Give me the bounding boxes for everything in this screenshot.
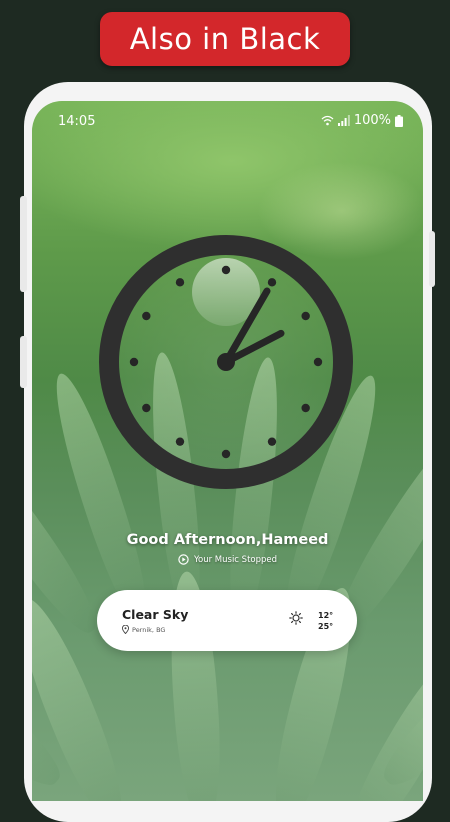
hour-marker [221,449,231,459]
weather-card[interactable]: Clear Sky Pernik, BG 12° 25° [97,590,357,651]
weather-temps: 12° 25° [318,610,333,632]
phone-side-button-left-lower [20,336,27,388]
hour-marker [267,278,277,287]
wifi-icon [321,115,334,126]
music-status[interactable]: Your Music Stopped [32,554,423,565]
hour-marker [142,403,151,413]
battery-percent: 100% [353,113,391,128]
promo-banner-label: Also in Black [129,22,321,56]
weather-location: Pernik, BG [122,625,165,634]
play-circle-icon[interactable] [178,554,189,565]
hour-marker [313,357,323,367]
hour-marker [175,278,185,287]
hour-marker [142,311,151,321]
sun-icon [289,611,303,625]
phone-side-button-left-upper [20,196,27,292]
lock-screen: 14:05 100% Good Afternoon,Hameed Your Mu… [32,101,423,801]
signal-icon [337,115,350,126]
weather-location-label: Pernik, BG [132,625,166,634]
promo-banner: Also in Black [100,12,350,66]
hour-marker [129,357,139,367]
weather-high-temp: 25° [318,622,334,631]
music-status-label: Your Music Stopped [193,554,278,565]
status-time: 14:05 [58,114,96,129]
phone-side-button-right [429,231,435,287]
status-indicators: 100% [321,113,403,128]
clock-center-cap [217,353,235,371]
weather-condition: Clear Sky [122,607,189,622]
weather-low-temp: 12° [318,611,334,620]
battery-icon [395,114,403,127]
hour-marker [301,311,310,321]
hour-marker [221,265,231,275]
hour-marker [175,437,185,446]
greeting-text: Good Afternoon,Hameed [126,532,329,548]
hour-marker [301,403,310,413]
status-bar: 14:05 100% [32,101,423,141]
hour-marker [267,437,277,446]
location-pin-icon [122,625,129,634]
analog-clock [99,235,353,489]
